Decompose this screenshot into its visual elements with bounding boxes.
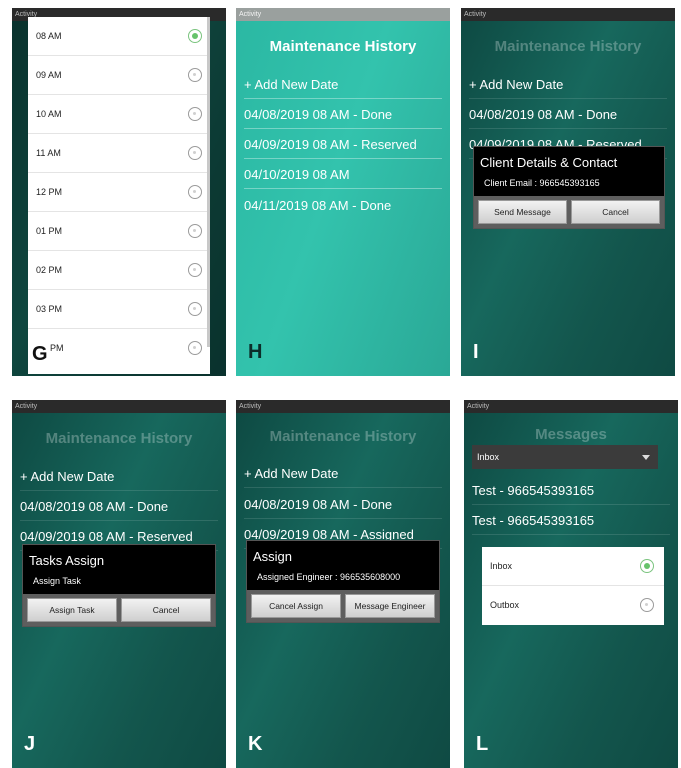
radio-unselected-icon[interactable] [188, 107, 202, 121]
panel-letter: I [473, 341, 479, 363]
time-option[interactable]: 08 AM [28, 17, 210, 56]
cancel-button[interactable]: Cancel [121, 598, 211, 622]
mailbox-dropdown[interactable]: Inbox [472, 445, 658, 469]
cancel-assign-button[interactable]: Cancel Assign [251, 594, 341, 618]
add-new-date-button[interactable]: + Add New Date [244, 77, 442, 99]
time-option[interactable]: 11 AM [28, 134, 210, 173]
client-details-dialog: Client Details & Contact Client Email : … [473, 146, 665, 229]
history-item[interactable]: 04/08/2019 08 AM - Done [244, 107, 442, 129]
dropdown-value: Inbox [477, 452, 500, 462]
time-option-label: 09 AM [36, 70, 62, 80]
radio-unselected-icon[interactable] [188, 341, 202, 355]
time-option-label: 11 AM [36, 148, 61, 158]
time-option[interactable]: 09 AM [28, 56, 210, 95]
time-option[interactable]: 03 PM [28, 290, 210, 329]
dialog-title: Assign [253, 549, 293, 564]
panel-letter: K [248, 733, 263, 755]
dialog-message: Client Email : 966545393165 [484, 178, 600, 188]
panel-j-tasks-assign: Activity Maintenance History + Add New D… [12, 400, 226, 768]
history-item: 04/08/2019 08 AM - Done [469, 107, 667, 129]
radio-selected-icon[interactable] [640, 559, 654, 573]
message-engineer-button[interactable]: Message Engineer [345, 594, 435, 618]
time-option-label: 10 AM [36, 109, 62, 119]
radio-unselected-icon[interactable] [188, 146, 202, 160]
page-title: Messages [535, 426, 607, 443]
cancel-button[interactable]: Cancel [571, 200, 660, 224]
time-option-label: 01 PM [36, 226, 63, 236]
dialog-title: Tasks Assign [29, 553, 105, 568]
panel-letter: J [24, 733, 36, 755]
dialog-message: Assign Task [33, 576, 81, 586]
status-bar: Activity [236, 400, 450, 413]
dialog-title: Client Details & Contact [480, 155, 618, 170]
history-item[interactable]: 04/10/2019 08 AM [244, 167, 442, 189]
radio-unselected-icon[interactable] [188, 185, 202, 199]
panel-letter: L [476, 733, 489, 755]
panel-h-maintenance-history: Activity Maintenance History + Add New D… [236, 8, 450, 376]
history-item: 04/08/2019 08 AM - Done [20, 499, 218, 521]
history-item: 04/08/2019 08 AM - Done [244, 497, 442, 519]
screen-background: Maintenance History + Add New Date 04/08… [236, 21, 450, 376]
mailbox-options-dialog: Inbox Outbox [482, 547, 664, 625]
time-list-dialog: 08 AM 09 AM 10 AM 11 AM 12 PM 01 PM 02 P… [28, 17, 210, 374]
radio-selected-icon[interactable] [188, 29, 202, 43]
time-option-label: 08 AM [36, 31, 62, 41]
radio-unselected-icon[interactable] [188, 302, 202, 316]
radio-unselected-icon[interactable] [188, 68, 202, 82]
chevron-down-icon[interactable] [642, 455, 650, 460]
assign-task-button[interactable]: Assign Task [27, 598, 117, 622]
option-label: Inbox [490, 561, 513, 571]
panel-letter: H [248, 341, 263, 363]
radio-unselected-icon[interactable] [188, 263, 202, 277]
page-title: Maintenance History [45, 430, 193, 447]
status-bar: Activity [461, 8, 675, 21]
time-option[interactable]: 12 PM [28, 173, 210, 212]
history-item[interactable]: 04/09/2019 08 AM - Reserved [244, 137, 442, 159]
assign-dialog: Assign Assigned Engineer : 966535608000 … [246, 540, 440, 623]
panel-l-messages: Activity Messages Inbox Test - 966545393… [464, 400, 678, 768]
mailbox-option[interactable]: Inbox [482, 547, 664, 586]
message-item: Test - 966545393165 [472, 483, 670, 505]
time-option[interactable]: 01 PM [28, 212, 210, 251]
dialog-message: Assigned Engineer : 966535608000 [257, 572, 401, 582]
panel-letter: G [32, 343, 48, 365]
add-new-date-button: + Add New Date [469, 77, 667, 99]
option-label: Outbox [490, 600, 520, 610]
panel-k-assign: Activity Maintenance History + Add New D… [236, 400, 450, 768]
radio-unselected-icon[interactable] [188, 224, 202, 238]
page-title: Maintenance History [269, 38, 417, 55]
status-bar: Activity [236, 8, 450, 21]
radio-unselected-icon[interactable] [640, 598, 654, 612]
status-bar: Activity [464, 400, 678, 413]
add-new-date-button: + Add New Date [20, 469, 218, 491]
page-title: Maintenance History [494, 38, 642, 55]
panel-g-time-picker: Activity 08 AM 09 AM 10 AM 11 AM 12 PM 0… [12, 8, 226, 376]
time-option-label: 03 PM [36, 304, 63, 314]
time-option[interactable]: 02 PM [28, 251, 210, 290]
message-item: Test - 966545393165 [472, 513, 670, 535]
time-option-label: 02 PM [36, 265, 63, 275]
panel-i-client-details: Activity Maintenance History + Add New D… [461, 8, 675, 376]
send-message-button[interactable]: Send Message [478, 200, 567, 224]
time-option-label: 12 PM [36, 187, 63, 197]
mailbox-option[interactable]: Outbox [482, 586, 664, 624]
time-option-label: PM [50, 343, 64, 353]
time-option[interactable]: PM [28, 329, 210, 367]
history-item[interactable]: 04/11/2019 08 AM - Done [244, 198, 442, 219]
add-new-date-button: + Add New Date [244, 466, 442, 488]
status-bar: Activity [12, 400, 226, 413]
tasks-assign-dialog: Tasks Assign Assign Task Assign Task Can… [22, 544, 216, 627]
scrollbar[interactable] [207, 17, 210, 347]
time-option[interactable]: 10 AM [28, 95, 210, 134]
page-title: Maintenance History [269, 428, 417, 445]
